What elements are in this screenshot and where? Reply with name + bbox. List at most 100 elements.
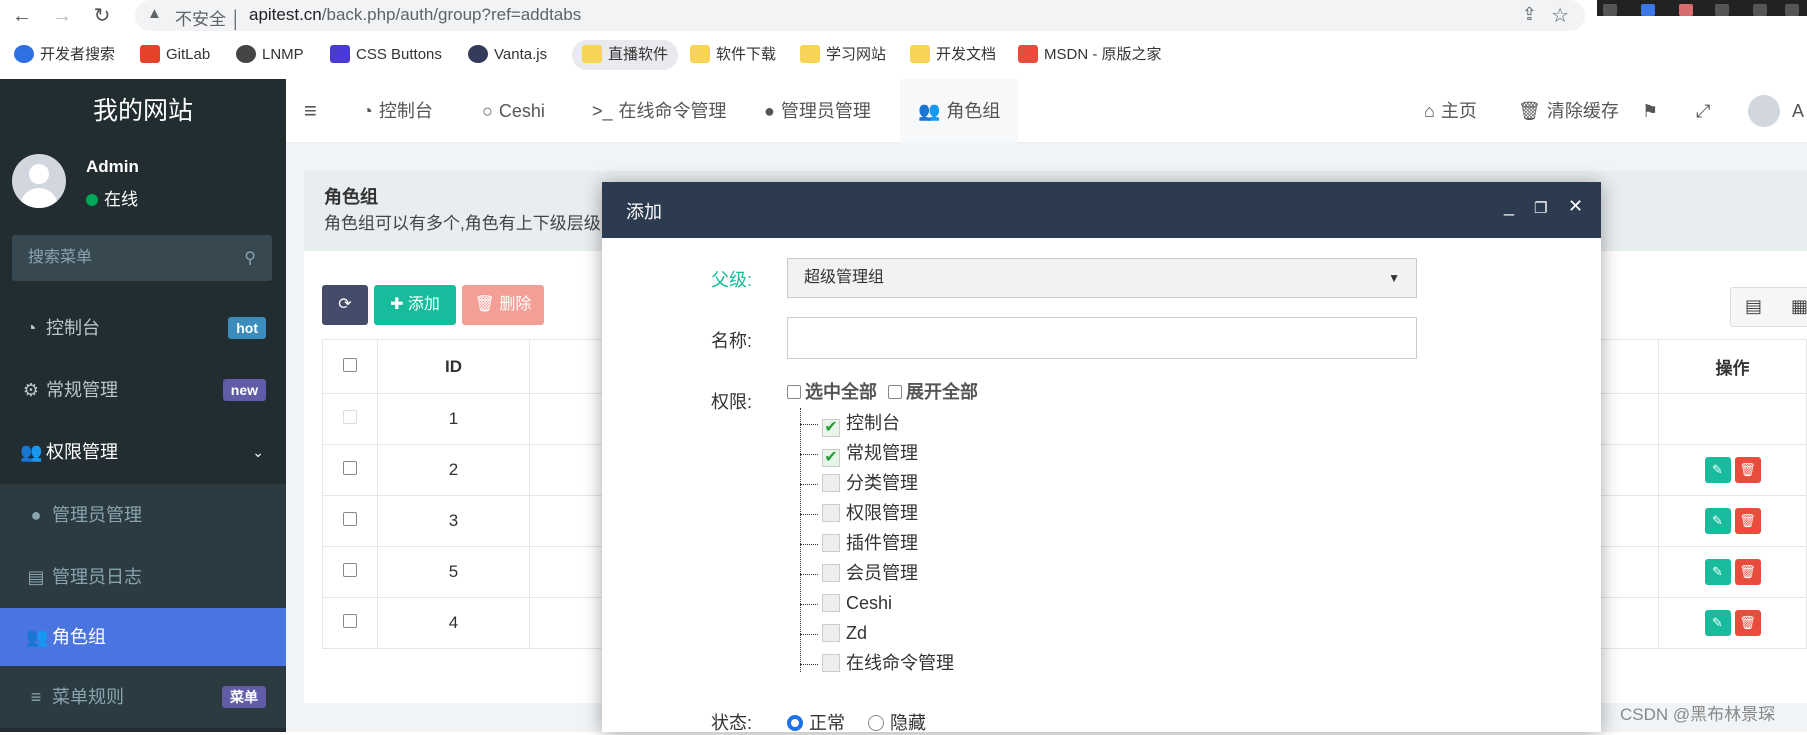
radio-icon[interactable]	[868, 715, 885, 731]
row-checkbox[interactable]	[343, 461, 357, 475]
tab-ceshi[interactable]: ○ Ceshi	[482, 79, 545, 143]
extension-icon[interactable]	[1641, 4, 1655, 16]
bookmark-star-icon[interactable]: ☆	[1551, 3, 1569, 28]
name-input[interactable]	[787, 317, 1417, 359]
search-icon[interactable]: ⚲	[244, 248, 256, 268]
edit-button[interactable]: ✎	[1704, 559, 1731, 585]
delete-row-button[interactable]: 🗑	[1734, 457, 1761, 483]
expand-all-option[interactable]: 展开全部	[888, 382, 978, 402]
close-icon[interactable]: ✕	[1568, 196, 1583, 217]
checkbox-icon[interactable]	[822, 474, 840, 492]
checkbox-icon[interactable]	[822, 624, 840, 642]
edit-button[interactable]: ✎	[1704, 610, 1731, 636]
delete-button[interactable]: 🗑 删除	[462, 285, 544, 325]
expand-all-checkbox[interactable]	[888, 385, 903, 399]
bookmark-item[interactable]: GitLab	[140, 40, 210, 70]
row-checkbox[interactable]	[343, 614, 357, 628]
site-title[interactable]: 我的网站	[0, 79, 286, 143]
checked-icon[interactable]: ✔	[822, 419, 840, 437]
bookmark-folder[interactable]: 学习网站	[800, 40, 886, 70]
reload-icon[interactable]: ↻	[88, 2, 116, 30]
tree-node-ceshi[interactable]: Ceshi	[800, 588, 892, 618]
extension-icon[interactable]	[1785, 4, 1799, 16]
radio-checked-icon[interactable]	[787, 715, 803, 731]
forward-icon[interactable]: →	[48, 2, 76, 30]
id-header[interactable]: ID	[377, 339, 530, 394]
tree-node-user[interactable]: 会员管理	[800, 558, 918, 588]
checkbox-icon[interactable]	[822, 504, 840, 522]
edit-button[interactable]: ✎	[1704, 457, 1731, 483]
back-icon[interactable]: ←	[8, 2, 36, 30]
bookmark-item[interactable]: CSS Buttons	[330, 40, 442, 70]
add-button[interactable]: ✚ 添加	[374, 285, 456, 325]
user-menu[interactable]: A	[1792, 79, 1804, 143]
delete-row-button[interactable]: 🗑	[1734, 559, 1761, 585]
bookmark-folder[interactable]: 直播软件	[572, 40, 679, 70]
checkbox-icon[interactable]	[822, 534, 840, 552]
extension-icon[interactable]	[1679, 4, 1693, 16]
extension-icon[interactable]	[1603, 4, 1617, 16]
edit-button[interactable]: ✎	[1704, 508, 1731, 534]
delete-row-button[interactable]: 🗑	[1734, 508, 1761, 534]
bookmark-item[interactable]: 开发者搜索	[14, 40, 115, 70]
share-icon[interactable]: ⇪	[1522, 4, 1537, 25]
select-all-cell[interactable]	[322, 339, 378, 394]
row-select-cell[interactable]	[322, 444, 378, 496]
select-all-option[interactable]: 选中全部	[787, 382, 877, 402]
tab-group[interactable]: 👥 角色组	[900, 79, 1019, 143]
toggle-view-icon[interactable]: ▤	[1745, 296, 1762, 317]
home-link[interactable]: ⌂ 主页	[1424, 79, 1477, 143]
refresh-button[interactable]: ⟳	[322, 285, 368, 325]
extension-icon[interactable]	[1753, 4, 1767, 16]
fullscreen-icon[interactable]: ⤢	[1696, 79, 1710, 143]
minimize-icon[interactable]: _	[1504, 196, 1514, 217]
status-normal-option[interactable]: 正常	[787, 713, 845, 733]
dialog-header[interactable]: 添加 _ ❐ ✕	[602, 182, 1601, 238]
columns-icon[interactable]: ▦▾	[1791, 296, 1807, 317]
sidebar-item-rule[interactable]: ≡ 菜单规则 菜单	[0, 666, 286, 728]
checkbox-icon[interactable]	[822, 594, 840, 612]
tab-dashboard[interactable]: ◔ 控制台	[362, 79, 433, 143]
select-all-checkbox[interactable]	[787, 385, 801, 399]
bookmark-item[interactable]: Vanta.js	[468, 40, 547, 70]
row-select-cell[interactable]	[322, 546, 378, 598]
select-all-checkbox[interactable]	[343, 357, 357, 372]
sidebar-item-adminlog[interactable]: ▤ 管理员日志	[0, 546, 286, 608]
tree-node-zd[interactable]: Zd	[800, 618, 867, 648]
status-hidden-option[interactable]: 隐藏	[868, 713, 926, 733]
bookmark-folder[interactable]: 软件下载	[690, 40, 776, 70]
tree-node-category[interactable]: 分类管理	[800, 468, 918, 498]
tree-node-dashboard[interactable]: ✔ 控制台	[800, 408, 900, 438]
parent-select[interactable]: 超级管理组 ▼	[787, 258, 1417, 298]
language-icon[interactable]: ⚑	[1642, 79, 1658, 143]
sidebar-item-group[interactable]: 👥 角色组	[0, 608, 286, 666]
checkbox-icon[interactable]	[822, 564, 840, 582]
row-checkbox[interactable]	[343, 512, 357, 526]
checkbox-icon[interactable]	[822, 654, 840, 672]
maximize-icon[interactable]: ❐	[1534, 199, 1547, 217]
delete-row-button[interactable]: 🗑	[1734, 610, 1761, 636]
user-avatar[interactable]	[1748, 95, 1780, 127]
bookmark-folder[interactable]: 开发文档	[910, 40, 996, 70]
sidebar-toggle-icon[interactable]: ≡	[304, 79, 317, 143]
tab-admin[interactable]: ● 管理员管理	[764, 79, 871, 143]
menu-search-input[interactable]	[12, 235, 232, 281]
tree-node-general[interactable]: ✔ 常规管理	[800, 438, 918, 468]
bookmark-item[interactable]: MSDN - 原版之家	[1018, 40, 1162, 70]
address-bar[interactable]: ▲ 不安全 │ apitest.cn/back.php/auth/group?r…	[135, 0, 1585, 31]
tree-node-command[interactable]: 在线命令管理	[800, 648, 954, 678]
sidebar-item-auth[interactable]: 👥 权限管理 ⌄	[0, 422, 286, 482]
bookmark-item[interactable]: LNMP	[236, 40, 304, 70]
row-select-cell[interactable]	[322, 597, 378, 649]
puzzle-icon[interactable]	[1715, 4, 1729, 16]
tree-node-auth[interactable]: 权限管理	[800, 498, 918, 528]
clear-cache-link[interactable]: 🗑 清除缓存	[1518, 79, 1619, 143]
tree-node-addon[interactable]: 插件管理	[800, 528, 918, 558]
sidebar-item-admin[interactable]: ● 管理员管理	[0, 484, 286, 546]
sidebar-item-general[interactable]: ⚙ 常规管理 new	[0, 360, 286, 420]
row-checkbox[interactable]	[343, 563, 357, 577]
sidebar-item-dashboard[interactable]: ◔ 控制台 hot	[0, 298, 286, 358]
checked-icon[interactable]: ✔	[822, 449, 840, 467]
tab-command[interactable]: >_ 在线命令管理	[592, 79, 727, 143]
row-select-cell[interactable]	[322, 495, 378, 547]
